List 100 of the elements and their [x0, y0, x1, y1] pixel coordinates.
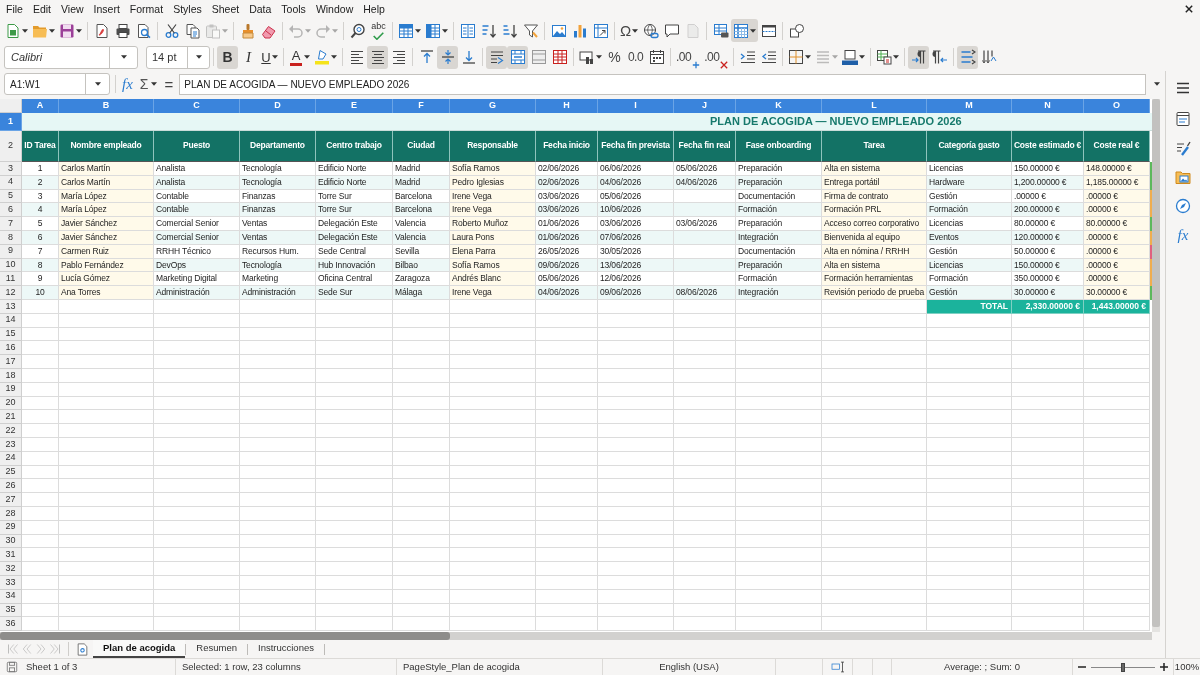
- menu-item[interactable]: Tools: [276, 0, 311, 18]
- column-header[interactable]: J: [674, 99, 736, 113]
- menu-item[interactable]: Format: [124, 0, 169, 18]
- sheet-tab[interactable]: Resumen: [186, 640, 247, 658]
- row-header[interactable]: 31: [0, 548, 22, 563]
- freeze-rows-columns-button[interactable]: [731, 19, 759, 42]
- menu-item[interactable]: Help: [358, 0, 390, 18]
- empty-cell: [674, 534, 736, 549]
- table-cell: Integración: [736, 286, 822, 300]
- spelling-button[interactable]: abc: [368, 19, 389, 42]
- caret-icon: [120, 55, 127, 59]
- scrollbar-thumb[interactable]: [0, 632, 450, 640]
- row-header[interactable]: 21: [0, 410, 22, 425]
- table-cell: Formación: [927, 272, 1012, 287]
- header-cell: Responsable: [450, 131, 536, 162]
- column-header[interactable]: E: [316, 99, 393, 113]
- italic-button[interactable]: I: [238, 45, 259, 69]
- menu-item[interactable]: Data: [244, 0, 277, 18]
- special-character-button[interactable]: Ω: [618, 19, 641, 42]
- empty-cell: [674, 437, 736, 452]
- number-format-button[interactable]: 0.0: [625, 45, 646, 69]
- save-status-icon: [6, 661, 18, 673]
- font-color-button[interactable]: A: [287, 45, 312, 69]
- zoom-slider[interactable]: [1091, 662, 1155, 672]
- row-header[interactable]: 3: [0, 162, 22, 176]
- underline-button[interactable]: U: [259, 45, 280, 69]
- row-header[interactable]: 32: [0, 562, 22, 576]
- sheet-tab[interactable]: Instrucciones: [248, 640, 324, 658]
- menu-item[interactable]: View: [56, 0, 89, 18]
- column-header[interactable]: B: [59, 99, 154, 113]
- add-sheet-button[interactable]: [75, 641, 89, 657]
- row-header[interactable]: 6: [0, 203, 22, 218]
- delete-decimal-button[interactable]: .00: [702, 45, 731, 69]
- row-header[interactable]: 12: [0, 286, 22, 300]
- align-center-button[interactable]: [367, 45, 388, 69]
- table-cell: Licencias: [927, 217, 1012, 231]
- menu-item[interactable]: Window: [310, 0, 359, 18]
- column-header[interactable]: C: [154, 99, 240, 113]
- sum-button[interactable]: Σ: [138, 77, 159, 91]
- row-header[interactable]: 26: [0, 479, 22, 494]
- zoom-slider-thumb[interactable]: [1121, 662, 1125, 672]
- center-vertically-button[interactable]: [437, 45, 458, 69]
- column-header[interactable]: K: [736, 99, 822, 113]
- menu-item[interactable]: Edit: [27, 0, 56, 18]
- row-header[interactable]: 2: [0, 131, 22, 162]
- empty-cell: [393, 437, 450, 452]
- picture-icon: [550, 22, 567, 39]
- function-wizard-button[interactable]: fx: [121, 76, 134, 92]
- merge-center-button[interactable]: [507, 45, 528, 69]
- add-decimal-button[interactable]: .00: [674, 45, 703, 69]
- column-header[interactable]: N: [1012, 99, 1084, 113]
- table-cell: Valencia: [393, 217, 450, 231]
- formula-input[interactable]: PLAN DE ACOGIDA — NUEVO EMPLEADO 2026: [179, 73, 1146, 95]
- brush-icon: [1175, 140, 1191, 156]
- bold-button[interactable]: B: [217, 45, 238, 69]
- menu-item[interactable]: Insert: [88, 0, 125, 18]
- row-header[interactable]: 17: [0, 355, 22, 369]
- table-rows-icon: [398, 22, 414, 39]
- column-header[interactable]: M: [927, 99, 1012, 113]
- empty-cell: [1012, 451, 1084, 466]
- column-header[interactable]: H: [536, 99, 598, 113]
- menu-item[interactable]: Styles: [168, 0, 207, 18]
- name-box[interactable]: A1:W1: [4, 73, 110, 95]
- text-direction-button[interactable]: [957, 45, 979, 69]
- row-header[interactable]: 16: [0, 341, 22, 356]
- column-header[interactable]: I: [598, 99, 674, 113]
- row-header[interactable]: 7: [0, 217, 22, 231]
- empty-cell: [536, 506, 598, 521]
- formula-button[interactable]: =: [163, 76, 175, 92]
- row-header[interactable]: 27: [0, 493, 22, 507]
- menu-item[interactable]: Sheet: [206, 0, 245, 18]
- row-header[interactable]: 36: [0, 617, 22, 632]
- empty-cell: [1012, 617, 1084, 632]
- wrap-text-button[interactable]: [486, 45, 507, 69]
- row-header[interactable]: 1: [0, 113, 22, 131]
- zoom-in-button[interactable]: [1159, 662, 1169, 672]
- row-header[interactable]: 11: [0, 272, 22, 287]
- row-header[interactable]: 22: [0, 424, 22, 438]
- font-size-combobox[interactable]: 14 pt: [146, 45, 210, 69]
- font-name-combobox[interactable]: Calibri: [4, 45, 138, 69]
- column-header[interactable]: O: [1084, 99, 1150, 113]
- column-header[interactable]: A: [22, 99, 59, 113]
- sheet-tab[interactable]: Plan de acogida: [93, 640, 186, 658]
- column-header[interactable]: G: [450, 99, 536, 113]
- column-header[interactable]: D: [240, 99, 316, 113]
- left-to-right-button[interactable]: [908, 45, 930, 69]
- functions-button[interactable]: fx: [1171, 223, 1195, 247]
- close-button[interactable]: [1182, 2, 1196, 16]
- align-middle-icon: [439, 49, 456, 65]
- table-cell: 1: [22, 162, 59, 176]
- caret-icon: [94, 82, 101, 86]
- zoom-level[interactable]: 100%: [1174, 659, 1200, 675]
- caret-icon: [596, 55, 602, 59]
- column-header[interactable]: F: [393, 99, 450, 113]
- empty-cell: [1084, 424, 1150, 438]
- column-header[interactable]: L: [822, 99, 927, 113]
- menu-item[interactable]: File: [1, 0, 28, 18]
- empty-cell: [1084, 465, 1150, 480]
- last-arrow-icon: [49, 643, 61, 655]
- percent-format-button[interactable]: %: [604, 45, 625, 69]
